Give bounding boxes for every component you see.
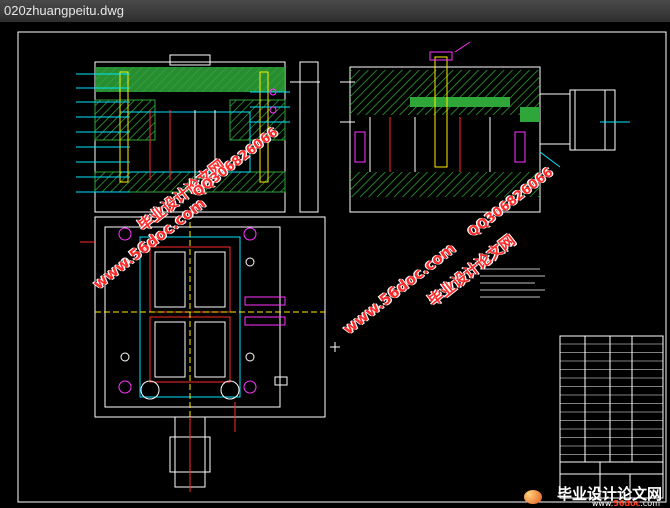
title-bar: 020zhuangpeitu.dwg bbox=[0, 0, 670, 23]
dimension-ticks bbox=[330, 342, 340, 352]
drawing-canvas[interactable]: 毕业设计论文网 QQ306826066 www.56doc.com QQ3068… bbox=[0, 22, 670, 508]
section-view-right bbox=[340, 41, 630, 213]
logo-icon bbox=[524, 490, 542, 504]
title-block-rows bbox=[560, 343, 663, 455]
logo-url: www.56doc.com bbox=[591, 499, 660, 508]
window-title: 020zhuangpeitu.dwg bbox=[4, 3, 124, 18]
cad-drawing bbox=[17, 31, 667, 503]
title-block bbox=[559, 335, 664, 499]
technical-notes bbox=[480, 268, 545, 298]
